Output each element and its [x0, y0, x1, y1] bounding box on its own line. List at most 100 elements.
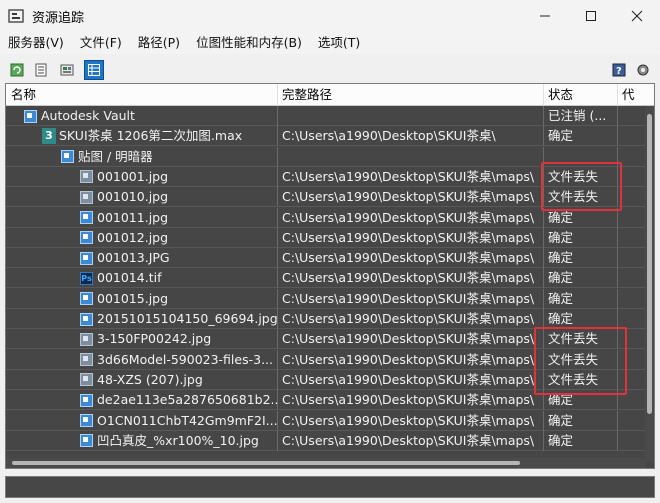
row-name: SKUI茶桌 1206第二次加图.max: [59, 128, 243, 144]
cell-proxy: [618, 309, 646, 329]
thumbnail-view-button[interactable]: [57, 60, 77, 80]
maps-folder-icon: [61, 150, 74, 164]
table-row[interactable]: O1CN011ChbT42Gm9mF2I... C:\Users\a1990\De…: [6, 410, 646, 431]
table-row[interactable]: 3-150FP00242.jpg C:\Users\a1990\Desktop\S…: [6, 329, 646, 350]
cell-name: 001013.JPG: [6, 248, 278, 269]
table-row[interactable]: 001015.jpg C:\Users\a1990\Desktop\SKUI茶桌\…: [6, 288, 646, 309]
table-row[interactable]: 凹凸真皮_%xr100%_10.jpg C:\Users\a1990\Deskto…: [6, 430, 646, 451]
horizontal-scrollbar[interactable]: [6, 458, 646, 468]
menu-file[interactable]: 文件(F): [72, 32, 130, 54]
horizontal-scroll-thumb[interactable]: [12, 461, 520, 465]
image-file-icon: [80, 251, 93, 265]
table-row[interactable]: 001001.jpg C:\Users\a1990\Desktop\SKUI茶桌\…: [6, 166, 646, 187]
cell-name: 贴图 / 明暗器: [6, 146, 278, 167]
row-name: 凹凸真皮_%xr100%_10.jpg: [97, 432, 259, 448]
vertical-scrollbar[interactable]: [645, 106, 654, 462]
menu-bar: 服务器(V) 文件(F) 路径(P) 位图性能和内存(B) 选项(T): [0, 32, 660, 54]
row-name: 3-150FP00242.jpg: [97, 331, 212, 347]
minimize-button[interactable]: [522, 0, 568, 32]
menu-options[interactable]: 选项(T): [310, 32, 368, 54]
cell-name: 48-XZS (207).jpg: [6, 369, 278, 390]
table-row[interactable]: 48-XZS (207).jpg C:\Users\a1990\Desktop\S…: [6, 369, 646, 390]
image-file-icon: [80, 231, 93, 245]
cell-status: 确定: [544, 207, 618, 228]
cell-path: C:\Users\a1990\Desktop\SKUI茶桌\maps\: [278, 187, 544, 208]
cell-status: 确定: [544, 410, 618, 431]
table-row[interactable]: 001013.JPG C:\Users\a1990\Desktop\SKUI茶桌\…: [6, 248, 646, 269]
cell-path: [278, 106, 544, 126]
cell-name: 3-150FP00242.jpg: [6, 329, 278, 350]
list-view-button[interactable]: [31, 60, 51, 80]
title-bar: 资源追踪: [0, 0, 660, 32]
vertical-scroll-thumb[interactable]: [647, 114, 652, 414]
details-view-button[interactable]: [84, 60, 104, 80]
table-row[interactable]: 3 SKUI茶桌 1206第二次加图.max C:\Users\a1990\Desk…: [6, 126, 646, 147]
thumbnail-icon: [60, 64, 74, 76]
max-file-icon: 3: [42, 128, 56, 145]
cell-proxy: [618, 106, 646, 126]
menu-server[interactable]: 服务器(V): [0, 32, 72, 54]
cell-proxy: [618, 126, 646, 147]
cell-name: 20151015104150_69694.jpg: [6, 309, 278, 329]
cell-proxy: [618, 349, 646, 370]
missing-image-icon: [80, 190, 93, 204]
cell-proxy: [618, 369, 646, 390]
image-file-icon: [80, 393, 93, 407]
image-file-icon: [80, 211, 93, 224]
menu-bitmap-performance[interactable]: 位图性能和内存(B): [188, 32, 310, 54]
table-row[interactable]: Autodesk Vault 已注销 (...: [6, 106, 646, 126]
cell-proxy: [618, 207, 646, 228]
toolbar: ?: [0, 58, 660, 82]
table-row[interactable]: 3d66Model-590023-files-3... C:\Users\a199…: [6, 349, 646, 370]
cell-proxy: [618, 227, 646, 248]
table-row[interactable]: 20151015104150_69694.jpg C:\Users\a1990\D…: [6, 309, 646, 329]
cell-path: C:\Users\a1990\Desktop\SKUI茶桌\maps\: [278, 207, 544, 228]
row-name: 001012.jpg: [97, 229, 169, 245]
cell-name: O1CN011ChbT42Gm9mF2I...: [6, 410, 278, 431]
cell-proxy: [618, 187, 646, 208]
asset-list[interactable]: 名称 完整路径 状态 代 Autodesk Vault 已注销 (... 3 SKUI…: [5, 83, 655, 469]
help-icon: ?: [612, 63, 626, 77]
cell-path: C:\Users\a1990\Desktop\SKUI茶桌\maps\: [278, 390, 544, 411]
column-header-proxy[interactable]: 代: [618, 84, 654, 106]
refresh-button[interactable]: [7, 60, 27, 80]
cell-status: 文件丢失: [544, 349, 618, 370]
help-button[interactable]: ?: [609, 60, 629, 80]
row-name: 001001.jpg: [97, 168, 169, 184]
cell-path: C:\Users\a1990\Desktop\SKUI茶桌\maps\: [278, 349, 544, 370]
row-name: Autodesk Vault: [41, 108, 135, 123]
table-row[interactable]: 001012.jpg C:\Users\a1990\Desktop\SKUI茶桌\…: [6, 227, 646, 248]
table-row[interactable]: de2ae113e5a287650681b2... C:\Users\a1990\…: [6, 390, 646, 411]
table-row[interactable]: 贴图 / 明暗器: [6, 146, 646, 167]
row-name: de2ae113e5a287650681b2...: [97, 392, 278, 408]
column-header-status[interactable]: 状态: [544, 84, 618, 106]
column-header-path[interactable]: 完整路径: [278, 84, 544, 106]
image-file-icon: [80, 312, 93, 326]
cell-name: 3 SKUI茶桌 1206第二次加图.max: [6, 126, 278, 147]
cell-status: 确定: [544, 126, 618, 147]
menu-paths[interactable]: 路径(P): [130, 32, 188, 54]
table-row[interactable]: Ps 001014.tif C:\Users\a1990\Desktop\SKUI茶…: [6, 268, 646, 289]
row-name: 3d66Model-590023-files-3...: [97, 351, 273, 367]
cell-proxy: [618, 268, 646, 289]
table-row[interactable]: 001010.jpg C:\Users\a1990\Desktop\SKUI茶桌\…: [6, 187, 646, 208]
cell-status: [544, 146, 618, 167]
column-header-name[interactable]: 名称: [6, 84, 278, 106]
cell-path: C:\Users\a1990\Desktop\SKUI茶桌\maps\: [278, 309, 544, 329]
close-button[interactable]: [614, 0, 660, 32]
row-name: 001014.tif: [97, 270, 162, 286]
maximize-button[interactable]: [568, 0, 614, 32]
cell-status: 文件丢失: [544, 166, 618, 187]
list-icon: [35, 63, 47, 77]
cell-status: 确定: [544, 268, 618, 289]
table-row[interactable]: 001011.jpg C:\Users\a1990\Desktop\SKUI茶桌\…: [6, 207, 646, 228]
svg-text:?: ?: [616, 66, 622, 77]
image-file-icon: [80, 292, 93, 306]
image-file-icon: [80, 414, 93, 427]
row-name: 贴图 / 明暗器: [78, 148, 153, 164]
settings-button[interactable]: [633, 60, 653, 80]
cell-status: 确定: [544, 227, 618, 248]
settings-icon: [637, 64, 649, 76]
cell-proxy: [618, 410, 646, 431]
row-name: 001010.jpg: [97, 189, 169, 205]
